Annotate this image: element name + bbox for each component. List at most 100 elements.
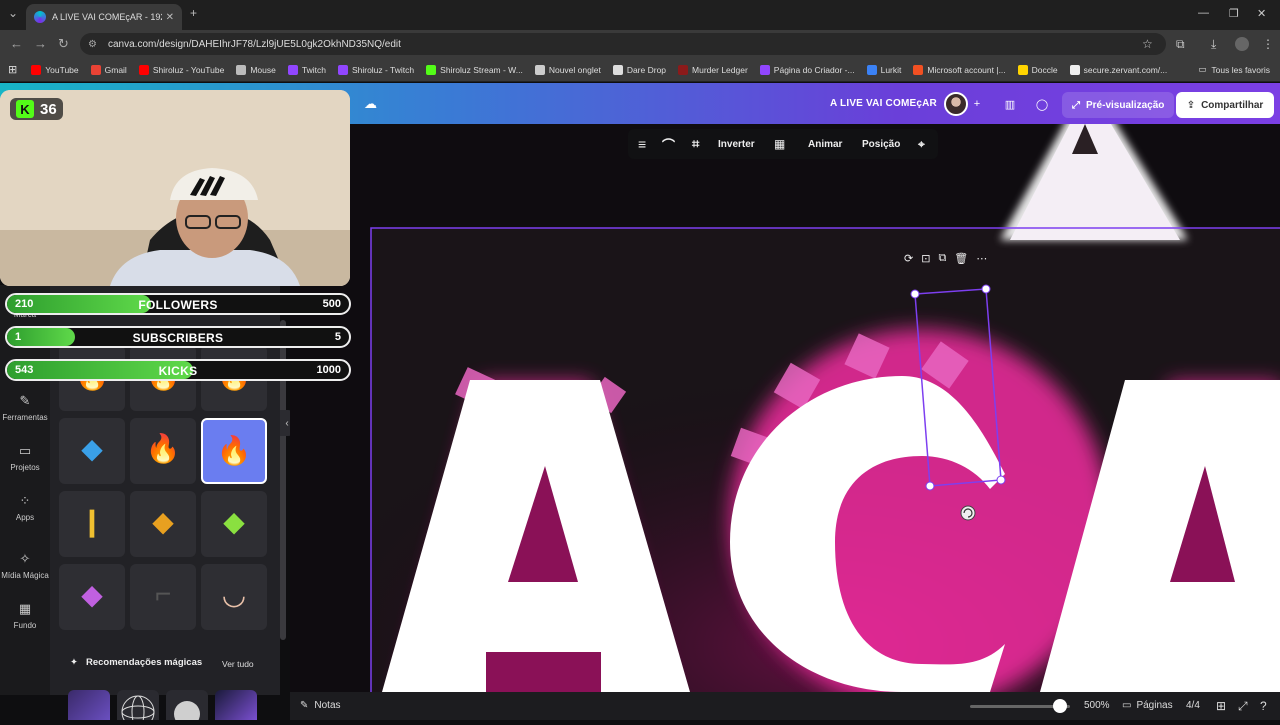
forward-icon[interactable]: → — [34, 36, 47, 51]
bookmark-item[interactable]: Nouvel onglet — [534, 64, 601, 75]
rail-item-label: Mídia Mágica — [1, 571, 49, 580]
tab-search-icon[interactable]: ⌄ — [8, 6, 18, 20]
bookmark-item[interactable]: Dare Drop — [612, 64, 666, 75]
menu-lines-icon[interactable]: ≡ — [638, 129, 646, 159]
position-button[interactable]: Posição — [862, 129, 900, 159]
close-window-icon[interactable]: ✕ — [1257, 7, 1266, 20]
bookmark-item[interactable]: Shiroluz Stream - W... — [426, 64, 523, 75]
rotate-handle-icon[interactable] — [960, 505, 976, 521]
more-options-icon[interactable]: ⋯ — [976, 252, 987, 265]
element-context-toolbar: ≡ ⌒ ⌗ Inverter ▦ Animar Posição ⌖ — [628, 129, 938, 159]
sketch-tile[interactable]: ⌐ — [130, 564, 196, 630]
flip-button[interactable]: Inverter — [718, 129, 755, 159]
goal-target: 1000 — [316, 364, 341, 376]
all-bookmarks[interactable]: ▭ Tous les favoris — [1198, 64, 1270, 75]
lock-icon[interactable]: ⊡ — [921, 252, 930, 265]
see-all-link[interactable]: Ver tudo — [222, 659, 254, 669]
design-canvas[interactable] — [290, 124, 1280, 692]
address-bar[interactable]: ⚙ canva.com/design/DAHEIhrJF78/Lzl9jUE5L… — [80, 33, 1166, 55]
folder-icon: ▭ — [18, 443, 32, 458]
new-tab-icon[interactable]: + — [190, 6, 197, 20]
transparency-icon[interactable]: ▦ — [774, 129, 785, 159]
profile-avatar[interactable] — [1235, 37, 1249, 51]
extensions-icon[interactable]: ⧉ — [1176, 37, 1185, 52]
document-title[interactable]: A LIVE VAI COMEçAR — [830, 98, 937, 109]
rail-item-label: Projetos — [10, 463, 40, 472]
fullscreen-icon[interactable]: ⤢ — [1238, 699, 1248, 714]
bookmark-star-icon[interactable]: ☆ — [1142, 37, 1153, 51]
help-icon[interactable]: ? — [1260, 699, 1267, 713]
bookmark-label: Shiroluz - YouTube — [152, 64, 225, 75]
tile-graphic-icon: ◡ — [221, 579, 247, 610]
bookmark-item[interactable]: Página do Criador -... — [759, 64, 855, 75]
browser-tab[interactable]: A LIVE VAI COMEçAR - 1920 p ✕ — [26, 4, 182, 30]
recommendation-tile[interactable] — [117, 690, 159, 725]
share-label: Compartilhar — [1201, 99, 1264, 111]
comments-icon[interactable]: ◯ — [1030, 92, 1054, 116]
red-flame-tile[interactable]: 🔥 — [130, 418, 196, 484]
purple-torch-tile[interactable]: ◆ — [59, 564, 125, 630]
rail-item-m-dia-m-gica[interactable]: ✧ Mídia Mágica — [0, 551, 50, 580]
maximize-icon[interactable]: ❐ — [1229, 7, 1239, 20]
animate-button[interactable]: Animar — [808, 129, 842, 159]
zoom-level[interactable]: 500% — [1084, 700, 1110, 711]
bookmark-favicon-icon — [31, 64, 42, 75]
bookmark-item[interactable]: Shiroluz - YouTube — [138, 64, 225, 75]
browser-menu-icon[interactable]: ⋮ — [1262, 37, 1274, 51]
rail-item-fundo[interactable]: ▦ Fundo — [0, 601, 50, 630]
downloads-icon[interactable]: ⤓ — [1211, 37, 1216, 52]
preview-label: Pré-visualização — [1086, 99, 1165, 111]
bookmark-item[interactable]: Twitch — [287, 64, 326, 75]
delete-icon[interactable]: 🗑 — [954, 252, 968, 265]
curve-icon[interactable]: ⌒ — [662, 129, 675, 159]
grid-view-icon[interactable]: ⊞ — [1216, 699, 1226, 713]
orange-flame-tile[interactable]: 🔥 — [201, 418, 267, 484]
bookmark-item[interactable]: Doccle — [1017, 64, 1058, 75]
bookmark-label: Mouse — [250, 64, 276, 75]
green-torch-tile[interactable]: ◆ — [201, 491, 267, 557]
recommendation-tile[interactable] — [68, 690, 110, 720]
regenerate-icon[interactable]: ⟳ — [904, 252, 913, 265]
bookmark-favicon-icon — [678, 64, 689, 75]
insights-icon[interactable]: ▥ — [998, 92, 1022, 116]
bookmark-item[interactable]: Lurkit — [866, 64, 901, 75]
notes-button[interactable]: ✎ Notas — [300, 700, 341, 711]
bookmark-label: Gmail — [104, 64, 127, 75]
rail-item-apps[interactable]: ⁘ Apps — [0, 493, 50, 522]
collaborator-avatar[interactable] — [944, 92, 968, 116]
close-tab-icon[interactable]: ✕ — [166, 12, 174, 23]
bookmark-item[interactable]: Mouse — [236, 64, 276, 75]
bookmark-favicon-icon — [1017, 64, 1028, 75]
bookmark-item[interactable]: Microsoft account |... — [913, 64, 1006, 75]
magic-recommendations-title: ✦ Recomendações mágicas — [70, 657, 202, 668]
bookmark-item[interactable]: Shiroluz - Twitch — [337, 64, 414, 75]
apps-grid-icon[interactable]: ⊞ — [8, 63, 17, 76]
site-info-icon[interactable]: ⚙ — [88, 39, 100, 50]
bookmark-item[interactable]: YouTube — [31, 64, 79, 75]
recommendation-tile[interactable] — [166, 690, 208, 725]
bookmark-item[interactable]: secure.zervant.com/... — [1069, 64, 1167, 75]
campfire-tile[interactable]: ◆ — [130, 491, 196, 557]
zoom-slider-handle[interactable] — [1053, 699, 1067, 713]
bookmark-item[interactable]: Gmail — [90, 64, 127, 75]
crop-icon[interactable]: ⌗ — [692, 129, 699, 159]
cloud-saved-icon[interactable]: ☁ — [364, 96, 377, 112]
duplicate-icon[interactable]: ⧉ — [938, 252, 946, 265]
bookmark-favicon-icon — [612, 64, 623, 75]
minimize-icon[interactable]: — — [1198, 7, 1209, 19]
paint-format-icon[interactable]: ⌖ — [918, 129, 925, 159]
add-collaborator-icon[interactable]: + — [970, 92, 984, 116]
bookmark-item[interactable]: Murder Ledger — [678, 64, 748, 75]
lips-tile[interactable]: ◡ — [201, 564, 267, 630]
reload-icon[interactable]: ↻ — [58, 36, 69, 52]
apps-icon: ⁘ — [19, 493, 31, 508]
back-icon[interactable]: ← — [10, 36, 23, 51]
share-button[interactable]: ⇪ Compartilhar — [1176, 92, 1274, 118]
recommendation-tile[interactable] — [215, 690, 257, 720]
blue-crystal-tile[interactable]: ◆ — [59, 418, 125, 484]
rail-item-ferramentas[interactable]: ✎ Ferramentas — [0, 393, 50, 422]
preview-button[interactable]: ⤢ Pré-visualização — [1062, 92, 1175, 118]
pages-button[interactable]: ▭ Páginas — [1122, 700, 1173, 711]
rail-item-projetos[interactable]: ▭ Projetos — [0, 443, 50, 472]
match-tile[interactable]: ❙ — [59, 491, 125, 557]
